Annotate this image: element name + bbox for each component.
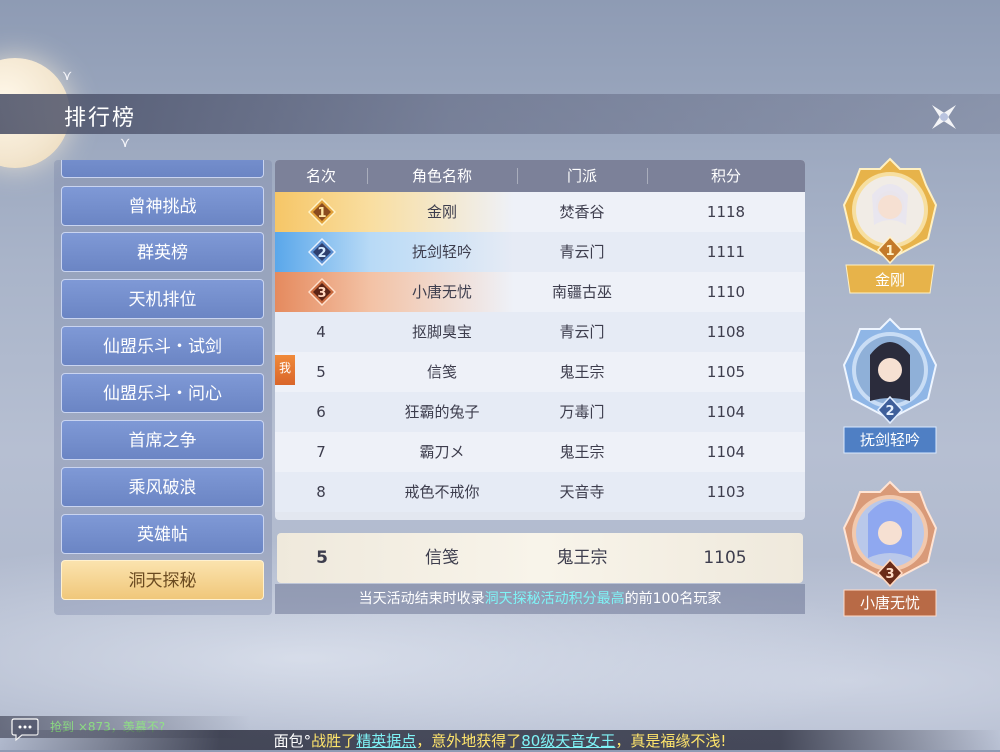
rank-badge-gold-icon: 1	[308, 198, 336, 226]
table-row[interactable]: 1 金刚 焚香谷 1118	[275, 192, 805, 232]
menu-item-chief-contest[interactable]: 首席之争	[61, 420, 264, 460]
menu-item-heroes-list[interactable]: 群英榜	[61, 232, 264, 272]
player-sect: 青云门	[559, 323, 605, 341]
podium-card-3[interactable]: 3 小唐无忧	[840, 478, 940, 618]
header-sect: 门派	[566, 167, 597, 185]
player-rank: 7	[316, 443, 326, 461]
player-sect: 南疆古巫	[551, 283, 612, 301]
player-score: 1103	[706, 483, 746, 501]
bird-decoration: ⋎	[120, 135, 131, 151]
my-sect: 鬼王宗	[556, 548, 608, 568]
player-name: 霸刀メ	[419, 443, 465, 461]
menu-item-wind-waves[interactable]: 乘风破浪	[61, 467, 264, 507]
table-row[interactable]: 2 抚剑轻吟 青云门 1111	[275, 232, 805, 272]
player-name: 抚剑轻吟	[411, 243, 472, 261]
player-sect: 天音寺	[559, 483, 605, 501]
close-button[interactable]	[925, 98, 963, 136]
bird-decoration: ⋎	[62, 68, 73, 84]
podium-name-3: 小唐无忧	[859, 594, 920, 612]
table-header: 名次 角色名称 门派 积分	[275, 160, 805, 192]
header-band	[0, 94, 1000, 134]
player-rank: 5	[316, 363, 326, 381]
player-score: 1104	[706, 443, 746, 461]
menu-item-beast-challenge[interactable]: 曾神挑战	[61, 186, 264, 226]
my-name: 信笺	[425, 548, 459, 568]
menu-item-partial[interactable]	[61, 160, 264, 178]
podium-name-1: 金刚	[874, 271, 905, 289]
table-row[interactable]: 7 霸刀メ 鬼王宗 1104	[275, 432, 805, 472]
broadcast-link-item[interactable]: 80级天音女王	[521, 732, 615, 750]
svg-text:2: 2	[317, 246, 326, 261]
ranking-table: 名次 角色名称 门派 积分 1 金刚 焚香谷 1118 2 抚剑轻吟 青云门 1…	[275, 160, 805, 520]
menu-item-guild-heart[interactable]: 仙盟乐斗・问心	[61, 373, 264, 413]
table-row[interactable]: 4 抠脚臭宝 青云门 1108	[275, 312, 805, 352]
player-name: 小唐无忧	[411, 283, 472, 301]
menu-item-guild-sword[interactable]: 仙盟乐斗・试剑	[61, 326, 264, 366]
player-name: 戒色不戒你	[404, 483, 480, 501]
podium-card-2[interactable]: 2 抚剑轻吟	[840, 315, 940, 455]
broadcast-link-location[interactable]: 精英据点	[356, 732, 416, 750]
table-row-me[interactable]: 我 5 信笺 鬼王宗 1105	[275, 352, 805, 392]
player-score: 1104	[706, 403, 746, 421]
player-rank: 8	[316, 483, 326, 501]
player-name: 信笺	[426, 363, 457, 381]
player-rank: 6	[316, 403, 326, 421]
player-score: 1105	[706, 363, 746, 381]
header-rank: 名次	[305, 167, 336, 185]
table-row[interactable]: 8 戒色不戒你 天音寺 1103	[275, 472, 805, 512]
svg-text:1: 1	[317, 206, 326, 221]
page-title: 排行榜	[64, 106, 137, 131]
player-sect: 青云门	[559, 243, 605, 261]
my-rank: 5	[316, 548, 328, 568]
menu-item-cave-explore[interactable]: 洞天探秘	[61, 560, 264, 600]
header-score: 积分	[710, 167, 741, 185]
menu-item-hero-post[interactable]: 英雄帖	[61, 514, 264, 554]
player-sect: 焚香谷	[559, 203, 605, 221]
svg-text:2: 2	[885, 404, 894, 419]
podium-name-2: 抚剑轻吟	[859, 431, 920, 449]
table-row[interactable]: 6 狂霸的兔子 万毒门 1104	[275, 392, 805, 432]
rank-badge-bronze-icon: 3	[308, 278, 336, 306]
player-score: 1118	[706, 203, 746, 221]
player-score: 1110	[706, 283, 746, 301]
my-rank-row: 5 信笺 鬼王宗 1105	[277, 533, 803, 583]
player-score: 1111	[706, 243, 746, 261]
player-sect: 万毒门	[559, 403, 605, 421]
podium-card-1[interactable]: 1 金刚	[840, 155, 940, 295]
player-rank: 4	[316, 323, 326, 341]
svg-text:3: 3	[317, 286, 326, 301]
player-score: 1108	[706, 323, 746, 341]
broadcast-bar: 面包°战胜了精英据点，意外地获得了80级天音女王，真是福缘不浅!	[0, 730, 1000, 750]
ranking-notice: 当天活动结束时收录洞天探秘活动积分最高的前100名玩家	[275, 584, 805, 614]
header-name: 角色名称	[411, 167, 472, 185]
menu-item-ranked[interactable]: 天机排位	[61, 279, 264, 319]
svg-text:1: 1	[885, 244, 894, 259]
svg-text:3: 3	[885, 567, 894, 582]
player-name: 抠脚臭宝	[411, 323, 472, 341]
close-icon	[931, 104, 957, 130]
rank-badge-silver-icon: 2	[308, 238, 336, 266]
player-sect: 鬼王宗	[559, 443, 605, 461]
player-name: 狂霸的兔子	[404, 403, 480, 421]
table-row[interactable]: 3 小唐无忧 南疆古巫 1110	[275, 272, 805, 312]
player-name: 金刚	[426, 203, 457, 221]
my-score: 1105	[703, 548, 747, 568]
player-sect: 鬼王宗	[559, 363, 605, 381]
category-menu: 曾神挑战 群英榜 天机排位 仙盟乐斗・试剑 仙盟乐斗・问心 首席之争 乘风破浪 …	[54, 160, 272, 615]
